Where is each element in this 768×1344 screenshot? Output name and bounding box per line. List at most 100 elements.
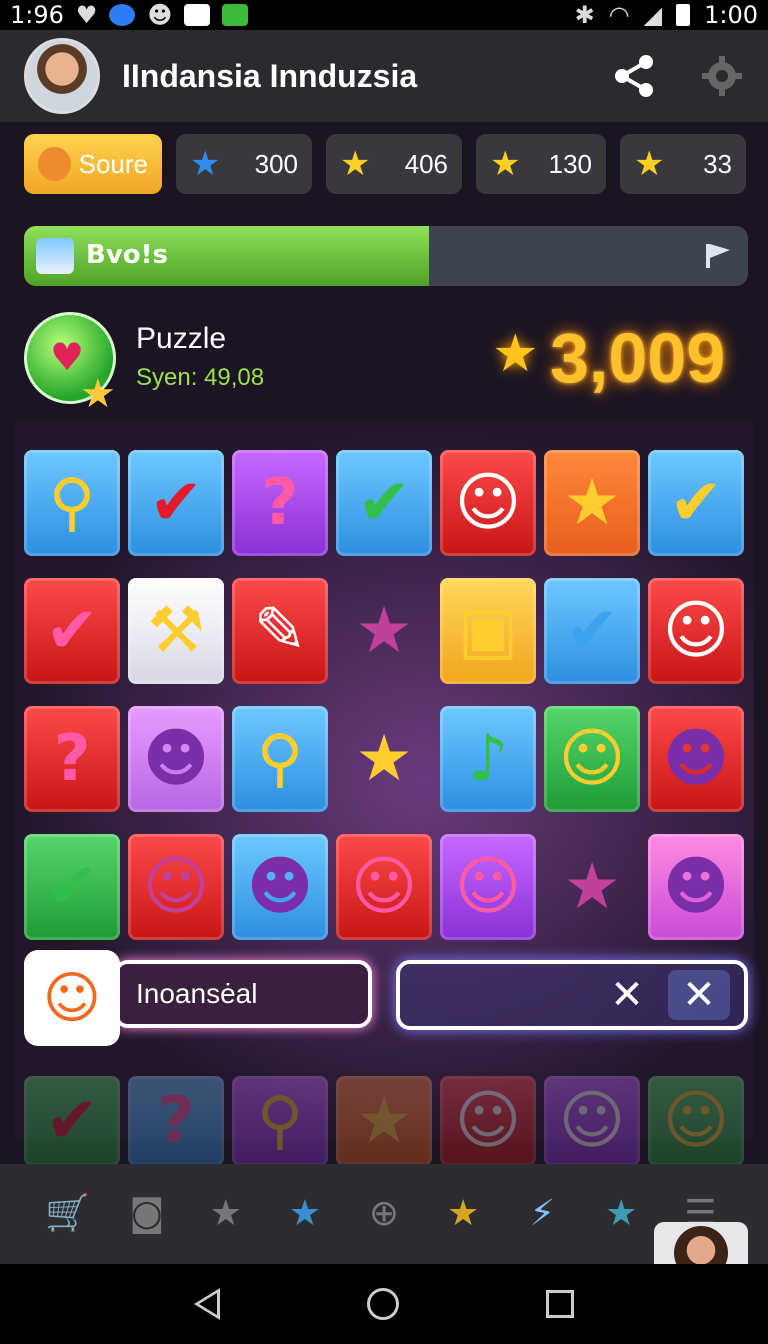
board-tile[interactable]: ▣ (440, 578, 536, 684)
board-tile[interactable]: ♪ (440, 706, 536, 812)
board-tile[interactable]: ✔ (128, 450, 224, 556)
figure-icon: ☺ (142, 850, 210, 924)
status-bar: 1:96 ♥ ☻ ✱ ◠ ◢ 1:00 (0, 0, 768, 30)
cat-icon: ☻ (246, 850, 314, 924)
cat-icon: ☻ (142, 722, 210, 796)
recent-apps-icon[interactable] (546, 1290, 575, 1318)
board-tile[interactable]: ★ (544, 450, 640, 556)
board-tile[interactable]: ⚲ (24, 450, 120, 556)
app-header: IIndansia Innduzsia (0, 30, 768, 122)
board-tile[interactable]: ☺ (128, 834, 224, 940)
magic-wand-icon[interactable]: ⚡ (503, 1164, 582, 1264)
resource-value: 33 (703, 148, 732, 179)
cat-icon (38, 147, 71, 181)
board-tile[interactable]: ☺ (544, 1076, 640, 1166)
board-tile[interactable]: ? (232, 450, 328, 556)
star-icon: ★ (490, 145, 521, 183)
board-tile[interactable]: ⚲ (232, 706, 328, 812)
flag-icon[interactable] (702, 240, 734, 272)
star-icon: ★ (563, 466, 621, 540)
board-tile[interactable]: ☺ (648, 578, 744, 684)
cat-icon: ☺ (350, 850, 418, 924)
clear-button[interactable]: ✕ (596, 970, 658, 1020)
share-icon[interactable] (612, 54, 656, 98)
board-tile[interactable]: ★ (544, 834, 640, 940)
board-tile[interactable]: ✔ (24, 834, 120, 940)
board-tile[interactable]: ☺ (440, 450, 536, 556)
add-icon[interactable]: ⊕ (344, 1164, 423, 1264)
home-icon[interactable] (366, 1288, 399, 1320)
board-tile[interactable]: ⚒ (128, 578, 224, 684)
puzzle-subtitle: Syen: 49,08 (136, 364, 265, 391)
signal-icon: ◢ (643, 1, 663, 29)
resource-star[interactable]: ★ 406 (326, 134, 462, 194)
board-tile[interactable]: ✔ (336, 450, 432, 556)
check-icon: ✔ (45, 1084, 99, 1158)
board-tile[interactable]: ✔ (24, 578, 120, 684)
board-tile[interactable]: ☺ (440, 1076, 536, 1166)
board-tile[interactable]: ⚲ (232, 1076, 328, 1166)
star-icon[interactable]: ★ (186, 1164, 265, 1264)
resource-value: 300 (254, 148, 298, 179)
avatar[interactable] (24, 38, 100, 114)
creature-icon: ☻ (662, 850, 730, 924)
system-nav-bar (0, 1264, 768, 1344)
cart-icon[interactable]: 🛒 (28, 1164, 107, 1264)
word-text: Inoansėal (136, 978, 258, 1009)
total-score: 3,009 (550, 319, 726, 397)
battery-icon (676, 4, 691, 26)
star-icon: ★ (563, 850, 621, 924)
resource-star[interactable]: ★ 130 (476, 134, 606, 194)
board-tile[interactable]: ? (128, 1076, 224, 1166)
board-tile[interactable]: ☻ (232, 834, 328, 940)
question-icon: ? (53, 722, 91, 796)
pin-icon: ⚲ (256, 1084, 304, 1158)
star-icon: ★ (355, 722, 413, 796)
close-button[interactable]: ✕ (668, 970, 730, 1020)
board-tile[interactable]: ☻ (648, 706, 744, 812)
pin-icon: ⚲ (256, 722, 304, 796)
resource-value: 130 (548, 148, 592, 179)
question-icon: ? (157, 1084, 195, 1158)
board-tile[interactable]: ☻ (648, 834, 744, 940)
progress-fill (24, 226, 430, 286)
board-tile[interactable]: ☺ (336, 834, 432, 940)
resource-star[interactable]: ★ 33 (620, 134, 746, 194)
board-tile[interactable]: ☻ (128, 706, 224, 812)
wifi-icon: ◠ (608, 1, 630, 29)
resource-rocket[interactable]: ★ 300 (176, 134, 312, 194)
check-icon: ✔ (149, 466, 203, 540)
ghost-icon: ☺ (454, 466, 522, 540)
board-tile[interactable]: ✎ (232, 578, 328, 684)
answer-field[interactable]: ✕ ✕ (396, 960, 748, 1030)
blue-star-icon: ★ (190, 145, 221, 183)
player-avatar[interactable] (654, 1222, 748, 1264)
board-tile[interactable]: ✔ (24, 1076, 120, 1166)
check-icon: ✔ (357, 466, 411, 540)
heart-icon: ♥ (75, 1, 98, 29)
gear-icon[interactable] (700, 54, 744, 98)
board-tile[interactable]: ✔ (648, 450, 744, 556)
board-tile[interactable]: ☺ (544, 706, 640, 812)
board-tile[interactable]: ☺ (648, 1076, 744, 1166)
score-star-icon: ★ (492, 324, 539, 384)
star-icon[interactable]: ★ (424, 1164, 503, 1264)
board-tile[interactable]: ★ (336, 1076, 432, 1166)
fox-icon[interactable]: ☺ (24, 950, 120, 1046)
camera-icon[interactable]: ◙ (107, 1164, 186, 1264)
resource-bar: Soure ★ 300 ★ 406 ★ 130 ★ 33 (24, 134, 748, 196)
board-tile[interactable]: ★ (336, 578, 432, 684)
back-icon[interactable] (193, 1288, 220, 1320)
board-tile[interactable]: ✔ (544, 578, 640, 684)
ghost-icon: ☺ (454, 1084, 522, 1158)
star-icon[interactable]: ★ (265, 1164, 344, 1264)
board-tile[interactable]: ? (24, 706, 120, 812)
heart-icon: ♥ (50, 335, 85, 379)
star-icon[interactable]: ★ (582, 1164, 661, 1264)
status-time-right: 1:00 (704, 1, 758, 29)
score-button[interactable]: Soure (24, 134, 162, 194)
board-tile[interactable]: ☺ (440, 834, 536, 940)
pen-icon: ✎ (253, 594, 307, 668)
status-time-left: 1:96 (10, 1, 64, 29)
board-tile[interactable]: ★ (336, 706, 432, 812)
